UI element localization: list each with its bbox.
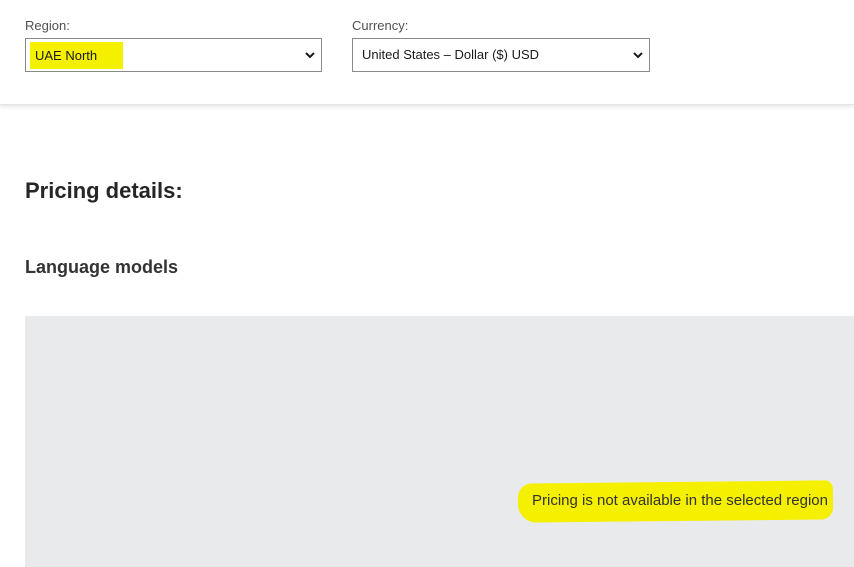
filter-bar: Region: UAE North Currency: United State… <box>0 0 854 105</box>
section-title: Language models <box>25 257 179 277</box>
unavailable-notice: Pricing is not available in the selected… <box>517 480 834 523</box>
region-field: Region: UAE North <box>25 18 322 72</box>
chevron-down-icon <box>305 52 315 59</box>
region-selected-value: UAE North <box>30 42 124 69</box>
currency-field: Currency: United States – Dollar ($) USD <box>352 18 650 72</box>
region-label: Region: <box>25 18 70 33</box>
currency-select[interactable]: United States – Dollar ($) USD <box>352 38 650 72</box>
currency-label: Currency: <box>352 18 409 33</box>
unavailable-notice-text: Pricing is not available in the selected… <box>531 492 828 509</box>
currency-selected-value: United States – Dollar ($) USD <box>362 47 540 62</box>
region-select[interactable]: UAE North <box>25 38 322 72</box>
pricing-panel: Pricing is not available in the selected… <box>25 316 854 567</box>
chevron-down-icon <box>633 52 643 59</box>
page-title: Pricing details: <box>25 178 183 203</box>
